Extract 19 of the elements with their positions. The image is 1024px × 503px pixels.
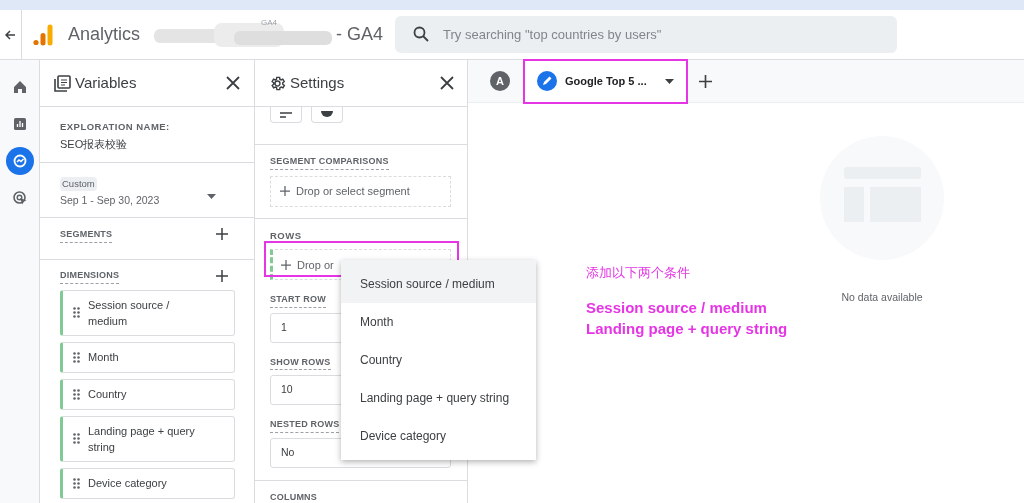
exploration-name-label: EXPLORATION NAME: [60,120,171,134]
field-label: SHOW ROWS [270,355,331,371]
field-label: NESTED ROWS [270,418,340,433]
panel-title: Settings [290,72,346,93]
dimensions-label: DIMENSIONS [60,269,120,284]
annotation-title: 添加以下两个条件 [586,264,691,282]
property-tag: GA4 [261,16,278,29]
panel-title: Variables [75,72,138,93]
empty-state-message: No data available [841,290,923,305]
annotation-line: Session source / medium [586,297,768,318]
date-range-badge: Custom [60,177,97,192]
field-label: START ROW [270,293,326,308]
annotation-line: Landing page + query string [586,318,789,339]
segments-label: SEGMENTS [60,228,113,243]
app-name: Analytics [68,23,141,46]
columns-label: COLUMNS [270,490,318,503]
rows-label: ROWS [270,229,303,243]
property-name: - GA4 [336,23,384,46]
segment-comparisons-label: SEGMENT COMPARISONS [270,155,389,170]
